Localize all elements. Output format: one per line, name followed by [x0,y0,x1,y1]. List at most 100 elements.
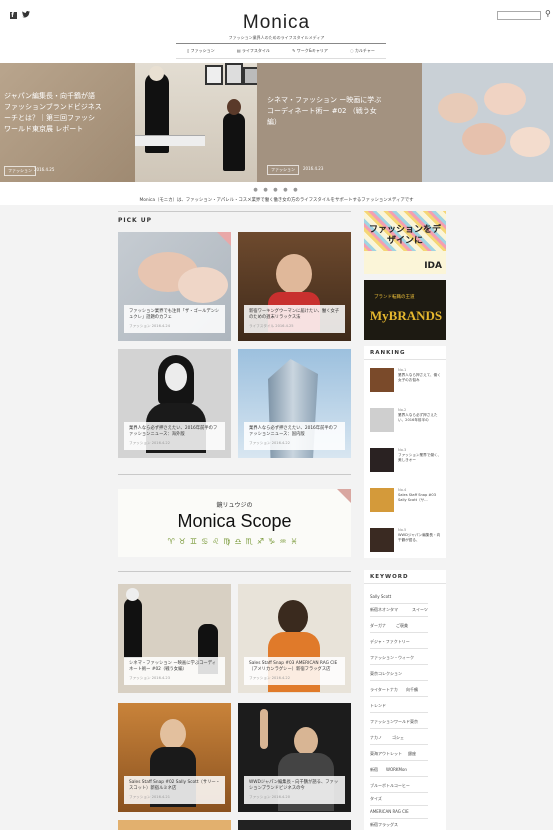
pickup-card[interactable]: 業界人なら必ず押さえたい、2016年前半のファッションニュース：海外版 ファッショ… [118,349,231,458]
macaron [510,127,550,157]
hero-slide-center-date: 2016.4.23 [303,166,324,171]
keyword-divider [370,648,428,649]
search-icon[interactable]: ⚲ [545,9,551,18]
keyword-tag[interactable]: WORKMon [386,767,407,772]
keyword-tag[interactable]: Sally Scott [370,594,391,599]
ad-mybrands-brand: MyBRANDS [369,308,443,323]
keyword-tag[interactable]: スイーツ [412,607,428,613]
keyword-tag[interactable]: ファッション・ウィーク [370,655,414,661]
keyword-tag[interactable]: 新宿ネオンタマ [370,607,398,613]
hero-slide-left-date: 2016.4.25 [34,167,55,172]
ranking-item[interactable]: No.2 業界人なら必ず押さえたい、2016年前半の [370,408,442,438]
hero-slide-center-photo[interactable] [135,63,257,182]
slider-dots[interactable]: ● ● ● ● ● [0,187,553,193]
keyword-tag[interactable]: タイズ [370,796,382,802]
keyword-divider [370,805,428,806]
ranking-item[interactable]: No.5 WWDジャパン編集長・向千鶴が語る、 [370,528,442,558]
macaron [462,123,506,155]
pickup-card-text: ファッション業界でも注目「ザ・ゴールデンシュクレ」話題のカフェ ファッション 20… [124,305,225,333]
keyword-tag[interactable]: 東京コレクション [370,671,402,677]
zodiac-icons: ♈♉♊♋♌♍♎♏♐♑♒♓ [167,537,302,546]
keyword-divider [370,792,428,793]
hero-slide-center[interactable]: シネマ・ファッション ー映画に学ぶ コーディネート術ー #02 （戦う女 編） … [257,63,422,182]
monica-scope-banner[interactable]: 鏡リュウジの Monica Scope ♈♉♊♋♌♍♎♏♐♑♒♓ [118,489,351,557]
pickup-card[interactable]: ファッション業界でも注目「ザ・ゴールデンシュクレ」話題のカフェ ファッション 20… [118,232,231,341]
ranking-title: Sales Staff Snap #03 Sally Scott（サ... [398,493,436,502]
keyword-tag[interactable]: ナカノ [370,735,382,741]
hero-slide-left[interactable]: ジャパン編集長・向千鶴が語 ファッションブランドビジネス ーチとは？｜第三回ファ… [0,63,135,182]
keyword-divider [370,760,428,761]
banner-subtitle: 鏡リュウジの [216,502,253,509]
keyword-tag[interactable]: 東海アウトレット [370,751,402,757]
ranking-number: No.5 [398,528,407,532]
card-photo-person-arm [260,709,268,749]
site-intro: Monica（モニカ）は、ファッション・アパレル・コスメ業界で働く働き女の方のラ… [139,198,414,203]
article-card-partial[interactable] [118,820,231,830]
hero-slide-center-tag[interactable]: ファッション [267,165,299,175]
article-card-text: Sales Staff Snap #03 AMERICAN RAG CIE（アメ… [244,657,345,685]
keyword-tag[interactable]: AMERICAN RAG CIE [370,809,409,814]
keyword-tag[interactable]: 新宿フラッグス [370,822,398,828]
article-card[interactable]: WWDジャパン編集長・向千鶴が語る、ファッションブランドビジネスの今 ファッション… [238,703,351,812]
keyword-tag[interactable]: 新宿 [370,767,378,773]
ranking-item[interactable]: No.3 ファッション業界で働く、美しきオー [370,448,442,478]
search-input[interactable] [497,11,541,20]
ranking-title: 業界人なら押さえて、働く女子のお悩み [398,373,441,382]
keyword-tag[interactable]: ご褒美 [396,623,408,629]
pickup-card[interactable]: 新宿ワーキングウーマンに届けたい、働く女子のための週末リラックス法 ライフスタイル… [238,232,351,341]
article-card-partial[interactable] [238,820,351,830]
ad-banner-mybrands[interactable]: ブランド転職の王道 MyBRANDS [364,280,446,340]
keyword-tag[interactable]: ライタートナカ [370,687,398,693]
picture-frame [225,63,243,85]
keyword-widget: KEYWORD Sally Scott 新宿ネオンタマ スイーツ ダーガナ ご褒… [364,570,446,830]
keyword-tag[interactable]: ゴシェ [392,735,404,741]
hero-slide-right-photo[interactable] [422,63,553,182]
keyword-tag[interactable]: ブルーボトルコーヒー [370,783,410,789]
keyword-divider [370,728,428,729]
pickup-card-text: 業界人なら必ず押さえたい、2016年前半のファッションニュース：国内版 ファッショ… [244,422,345,450]
ranking-thumb [370,528,394,552]
hero-slider[interactable]: ジャパン編集長・向千鶴が語 ファッションブランドビジネス ーチとは？｜第三回ファ… [0,63,553,182]
nav-item-fashion[interactable]: ▯ ファッション [187,48,214,54]
article-card[interactable]: Sales Staff Snap #02 Sally Scott（サリー・スコッ… [118,703,231,812]
nav-item-work-career[interactable]: ✎ ワーク&キャリア [292,48,328,54]
keyword-tag[interactable]: 銀座 [408,751,416,757]
ad-banner-ida[interactable]: ファッションをデザインに IDA [364,211,446,274]
ranking-item[interactable]: No.4 Sales Staff Snap #03 Sally Scott（サ.… [370,488,442,518]
card-photo-person-head [160,719,186,749]
ranking-widget: RANKING No.1 業界人なら押さえて、働く女子のお悩み No.2 業界人… [364,346,446,558]
keyword-divider [370,744,428,745]
site-logo[interactable]: Monica [0,12,553,34]
keyword-divider [370,818,428,819]
card-photo-person [124,598,142,658]
nav-item-lifestyle[interactable]: ▤ ライフスタイル [237,48,270,54]
article-card-text: Sales Staff Snap #02 Sally Scott（サリー・スコッ… [124,776,225,804]
person-seated-head [227,99,241,115]
article-card-text: シネマ・ファッション ー映画に学ぶコーディネート術ー #02（戦う女編） ファッシ… [124,657,225,685]
nav-item-culture[interactable]: ◌ カルチャー [350,48,375,54]
keyword-tag[interactable]: デジャ・ファクトリー [370,639,410,645]
desk [135,135,205,146]
keyword-tag[interactable]: トレンド [370,703,386,709]
new-badge [217,232,231,246]
keyword-tag[interactable]: ファッションワールド東京 [370,719,418,725]
pickup-card[interactable]: 業界人なら必ず押さえたい、2016年前半のファッションニュース：国内版 ファッショ… [238,349,351,458]
hero-slide-left-caption: ジャパン編集長・向千鶴が語 ファッションブランドビジネス ーチとは？｜第三回ファ… [4,92,102,133]
keyword-tag[interactable]: ダーガナ [370,623,386,629]
ad-ida-brand: IDA [424,261,442,271]
pickup-card-text: 業界人なら必ず押さえたい、2016年前半のファッションニュース：海外版 ファッショ… [124,422,225,450]
ranking-number: No.1 [398,368,407,372]
keyword-tag[interactable]: 向千鶴 [406,687,418,693]
hero-slide-left-tag[interactable]: ファッション [4,166,36,176]
ranking-thumb [370,408,394,432]
article-card[interactable]: シネマ・ファッション ー映画に学ぶコーディネート術ー #02（戦う女編） ファッシ… [118,584,231,693]
section-divider [118,474,351,475]
article-card[interactable]: Sales Staff Snap #03 AMERICAN RAG CIE（アメ… [238,584,351,693]
person-standing-head [149,66,164,81]
picture-frame [205,65,223,85]
site-tagline: ファッション業界人のためのライフスタイルメディア [228,35,325,40]
ranking-item[interactable]: No.1 業界人なら押さえて、働く女子のお悩み [370,368,442,398]
ranking-thumb [370,488,394,512]
section-divider [118,571,351,572]
new-badge [337,489,351,503]
